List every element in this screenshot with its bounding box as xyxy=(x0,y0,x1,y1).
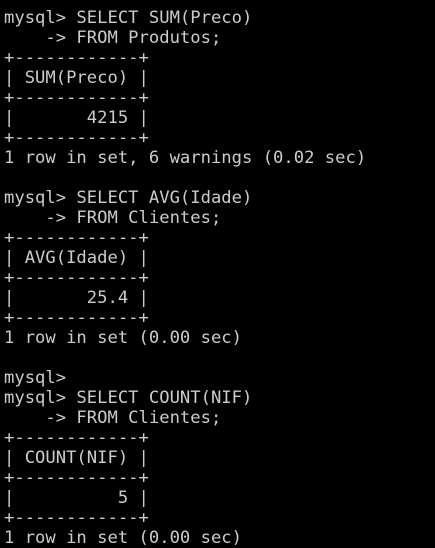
query1-table-border-mid: +------------+ xyxy=(4,88,149,108)
query3-table-row: | 5 | xyxy=(4,488,149,508)
query1-table-border-bottom: +------------+ xyxy=(4,128,149,148)
query3-continuation-line: -> FROM Clientes; xyxy=(4,408,222,428)
query1-table-row: | 4215 | xyxy=(4,108,149,128)
query2-continuation-line: -> FROM Clientes; xyxy=(4,208,222,228)
query3-table-header: | COUNT(NIF) | xyxy=(4,448,149,468)
query2-table-row: | 25.4 | xyxy=(4,288,149,308)
query2-table-border-mid: +------------+ xyxy=(4,268,149,288)
query3-result-summary: 1 row in set (0.00 sec) xyxy=(4,528,242,548)
query3-prompt-line: mysql> SELECT COUNT(NIF) xyxy=(4,388,253,408)
query2-result-summary: 1 row in set (0.00 sec) xyxy=(4,328,242,348)
query3-table-border-top: +------------+ xyxy=(4,428,149,448)
query3-table-border-mid: +------------+ xyxy=(4,468,149,488)
terminal-output[interactable]: mysql> SELECT SUM(Preco) -> FROM Produto… xyxy=(0,0,435,548)
query1-result-summary: 1 row in set, 6 warnings (0.02 sec) xyxy=(4,148,367,168)
query2-table-border-top: +------------+ xyxy=(4,228,149,248)
query1-table-border-top: +------------+ xyxy=(4,48,149,68)
query2-prompt-line: mysql> SELECT AVG(Idade) xyxy=(4,188,253,208)
query1-table-header: | SUM(Preco) | xyxy=(4,68,149,88)
query3-table-border-bottom: +------------+ xyxy=(4,508,149,528)
query2-table-border-bottom: +------------+ xyxy=(4,308,149,328)
empty-prompt-line: mysql> xyxy=(4,368,67,388)
query1-continuation-line: -> FROM Produtos; xyxy=(4,28,222,48)
query1-prompt-line: mysql> SELECT SUM(Preco) xyxy=(4,8,253,28)
query2-table-header: | AVG(Idade) | xyxy=(4,248,149,268)
